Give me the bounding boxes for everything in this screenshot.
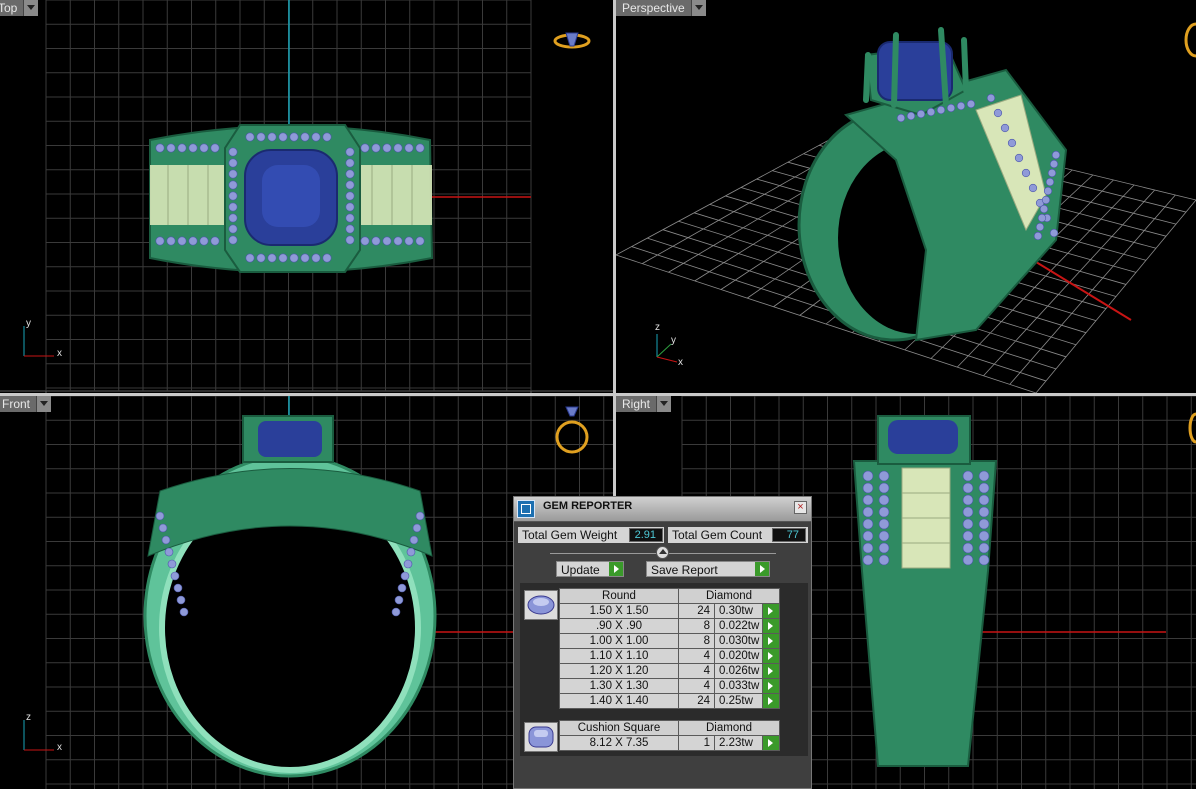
gem-size: 1.10 X 1.10 xyxy=(559,648,679,664)
gem-size: 1.50 X 1.50 xyxy=(559,603,679,619)
axis-triad-top: y x xyxy=(20,318,70,363)
gem-row: 1.40 X 1.40 24 0.25tw xyxy=(559,693,780,709)
gem-row: 1.00 X 1.00 8 0.030tw xyxy=(559,633,780,649)
gem-size: .90 X .90 xyxy=(559,618,679,634)
chevron-down-icon[interactable] xyxy=(36,396,52,412)
viewport-label-perspective[interactable]: Perspective xyxy=(616,0,706,16)
play-arrow-icon[interactable] xyxy=(762,618,780,634)
chevron-down-icon[interactable] xyxy=(23,0,39,16)
ring-nav-icon[interactable] xyxy=(1186,406,1196,446)
gem-row: .90 X .90 8 0.022tw xyxy=(559,618,780,634)
viewport-perspective[interactable]: Perspective z y x xyxy=(616,0,1196,393)
play-arrow-icon[interactable] xyxy=(762,735,780,751)
gem-row: 1.20 X 1.20 4 0.026tw xyxy=(559,663,780,679)
axis-x-label: x xyxy=(678,357,683,368)
play-arrow-icon xyxy=(755,562,769,576)
play-arrow-icon[interactable] xyxy=(762,648,780,664)
save-report-button-label: Save Report xyxy=(651,563,718,577)
axis-x-label: x xyxy=(57,348,62,359)
gem-weight: 0.30tw xyxy=(714,603,763,619)
gem-weight: 0.022tw xyxy=(714,618,763,634)
gem-reporter-panel[interactable]: GEM REPORTER × Total Gem Weight 2.91 Tot… xyxy=(513,496,812,789)
total-gem-weight-value: 2.91 xyxy=(629,528,663,542)
shape-header: Round xyxy=(559,588,679,604)
play-arrow-icon[interactable] xyxy=(762,663,780,679)
ring-front-view xyxy=(143,415,437,778)
axis-z-label: z xyxy=(26,712,31,723)
gem-size: 1.40 X 1.40 xyxy=(559,693,679,709)
axis-triad-perspective: z y x xyxy=(649,322,699,372)
viewport-perspective-label: Perspective xyxy=(616,0,691,16)
gem-weight: 0.026tw xyxy=(714,663,763,679)
viewport-label-top[interactable]: Top xyxy=(0,0,39,16)
round-gem-table: Round Diamond 1.50 X 1.50 24 0.30tw .90 X .… xyxy=(559,588,780,709)
update-button[interactable]: Update xyxy=(556,561,624,577)
gem-row: 1.50 X 1.50 24 0.30tw xyxy=(559,603,780,619)
viewport-front-label: Front xyxy=(0,396,37,412)
axis-y-label: y xyxy=(671,335,676,346)
gem-size: 1.30 X 1.30 xyxy=(559,678,679,694)
ring-nav-icon[interactable] xyxy=(552,30,592,52)
gem-reporter-app-icon xyxy=(517,500,535,518)
gem-weight: 2.23tw xyxy=(714,735,763,751)
gem-count: 24 xyxy=(678,693,715,709)
ring-right-view xyxy=(852,415,998,767)
gem-size: 1.00 X 1.00 xyxy=(559,633,679,649)
gem-count: 8 xyxy=(678,618,715,634)
viewport-label-right[interactable]: Right xyxy=(616,396,672,412)
gem-reporter-titlebar[interactable]: GEM REPORTER × xyxy=(514,497,811,522)
play-arrow-icon[interactable] xyxy=(762,633,780,649)
axis-z-label: z xyxy=(655,322,660,333)
gem-weight: 0.25tw xyxy=(714,693,763,709)
gem-row: 1.30 X 1.30 4 0.033tw xyxy=(559,678,780,694)
cushion-gem-table: Cushion Square Diamond 8.12 X 7.35 1 2.23t… xyxy=(559,720,780,751)
ring-perspective-view xyxy=(797,27,1068,342)
perspective-grid xyxy=(616,27,1196,393)
viewport-top[interactable]: Top y x xyxy=(0,0,613,393)
cushion-gem-thumbnail xyxy=(524,722,558,752)
gem-weight: 0.030tw xyxy=(714,633,763,649)
axis-y-label: y xyxy=(26,318,31,329)
gem-row: 1.10 X 1.10 4 0.020tw xyxy=(559,648,780,664)
gem-weight: 0.033tw xyxy=(714,678,763,694)
gem-size: 1.20 X 1.20 xyxy=(559,663,679,679)
material-header: Diamond xyxy=(678,588,780,604)
gem-row: 8.12 X 7.35 1 2.23tw xyxy=(559,735,780,751)
play-arrow-icon xyxy=(609,562,623,576)
ring-nav-icon[interactable] xyxy=(1181,18,1196,58)
top-view-grid xyxy=(0,0,613,393)
gem-count: 4 xyxy=(678,663,715,679)
update-button-label: Update xyxy=(561,563,600,577)
viewport-right-label: Right xyxy=(616,396,657,412)
ring-top-view xyxy=(149,124,434,273)
chevron-down-icon[interactable] xyxy=(690,0,706,16)
gem-size: 8.12 X 7.35 xyxy=(559,735,679,751)
shape-header: Cushion Square xyxy=(559,720,679,736)
axis-x-label: x xyxy=(57,742,62,753)
play-arrow-icon[interactable] xyxy=(762,603,780,619)
play-arrow-icon[interactable] xyxy=(762,693,780,709)
gem-count: 4 xyxy=(678,678,715,694)
gem-count: 1 xyxy=(678,735,715,751)
gem-count: 4 xyxy=(678,648,715,664)
chevron-down-icon[interactable] xyxy=(656,396,672,412)
viewport-top-label: Top xyxy=(0,0,24,16)
gem-reporter-title: GEM REPORTER xyxy=(543,500,633,512)
material-header: Diamond xyxy=(678,720,780,736)
ring-nav-icon[interactable] xyxy=(552,404,592,456)
viewport-label-front[interactable]: Front xyxy=(0,396,52,412)
save-report-button[interactable]: Save Report xyxy=(646,561,770,577)
viewport-divider-horizontal[interactable] xyxy=(0,393,1196,396)
gem-count: 8 xyxy=(678,633,715,649)
close-icon[interactable]: × xyxy=(794,501,807,514)
gem-count: 24 xyxy=(678,603,715,619)
play-arrow-icon[interactable] xyxy=(762,678,780,694)
gem-scale-slider-knob[interactable] xyxy=(656,546,669,559)
total-gem-count-value: 77 xyxy=(772,528,806,542)
axis-triad-front: z x xyxy=(20,712,70,757)
gem-weight: 0.020tw xyxy=(714,648,763,664)
round-gem-thumbnail xyxy=(524,590,558,620)
